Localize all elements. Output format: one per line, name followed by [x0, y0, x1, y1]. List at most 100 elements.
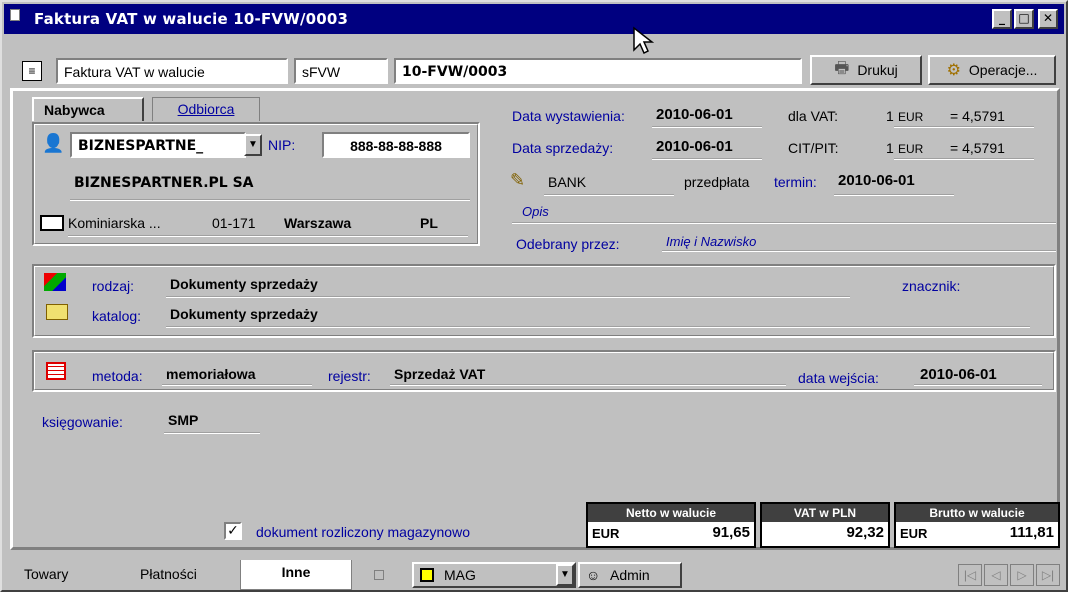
doc-code-field[interactable]: sFVW [294, 58, 388, 84]
close-button[interactable]: ✕ [1038, 9, 1058, 29]
cit-rate[interactable]: = 4,5791 [950, 140, 1005, 156]
entry-date[interactable]: 2010-06-01 [920, 366, 997, 383]
chevron-down-icon: ▼ [248, 139, 258, 150]
cit-currency[interactable]: EUR [898, 142, 923, 156]
gears-icon: ⚙ [946, 62, 961, 79]
document-icon[interactable] [10, 9, 20, 21]
entry-date-label: data wejścia: [798, 370, 879, 386]
minimize-button[interactable]: _ [992, 9, 1012, 29]
doc-list-icon[interactable]: ≡ [22, 61, 42, 81]
tab-payments-label: Płatności [140, 566, 197, 582]
due-date-underline [834, 194, 954, 196]
posting-underline [164, 432, 260, 434]
register-value[interactable]: Sprzedaż VAT [394, 366, 485, 382]
printer-icon: 🖶 [834, 59, 850, 77]
catalog-underline [166, 326, 1030, 328]
payment-icon[interactable]: ✎ [510, 170, 525, 191]
vat-rate-label: dla VAT: [788, 108, 839, 124]
issue-date-underline [652, 126, 762, 128]
issue-date[interactable]: 2010-06-01 [656, 106, 733, 123]
status-indicator-icon [374, 570, 384, 580]
net-total-box: Netto w walucie EUR 91,65 [586, 502, 756, 548]
kind-label: rodzaj: [92, 278, 135, 294]
maximize-icon: □ [1018, 11, 1030, 25]
buyer-code-field[interactable]: BIZNESPARTNE_ [70, 132, 246, 158]
last-icon: ▷| [1041, 568, 1055, 582]
tab-other[interactable]: Inne [240, 560, 352, 590]
next-record-button[interactable]: ▷ [1010, 564, 1034, 586]
warehouse-dropdown-button[interactable]: ▼ [556, 564, 574, 586]
buyer-city: Warszawa [284, 215, 352, 231]
entry-date-underline [914, 384, 1042, 386]
next-icon: ▷ [1017, 568, 1027, 582]
mouse-cursor-icon [633, 26, 654, 55]
minimize-icon: _ [999, 11, 1005, 25]
gross-total-value: 111,81 [1009, 524, 1054, 541]
due-date[interactable]: 2010-06-01 [838, 172, 915, 189]
due-date-label: termin: [774, 174, 817, 190]
last-record-button[interactable]: ▷| [1036, 564, 1060, 586]
checkmark-icon: ✓ [227, 522, 239, 538]
address-card-icon [40, 215, 64, 231]
tab-buyer[interactable]: Nabywca [32, 97, 144, 121]
cit-rate-underline [894, 158, 1034, 160]
doc-number-field[interactable]: 10-FVW/0003 [394, 58, 802, 84]
vat-qty: 1 [886, 108, 894, 124]
kind-value[interactable]: Dokumenty sprzedaży [170, 276, 318, 292]
tab-recipient[interactable]: Odbiorca [152, 97, 260, 121]
tab-goods[interactable]: Towary [10, 562, 82, 588]
title-bar[interactable]: Faktura VAT w walucie 10-FVW/0003 _ □ ✕ [4, 4, 1064, 34]
doc-type-field[interactable]: Faktura VAT w walucie [56, 58, 288, 84]
buyer-name: BIZNESPARTNER.PL SA [74, 175, 254, 191]
user-icon: ☺ [586, 567, 601, 583]
warehouse-value: MAG [444, 567, 476, 583]
sale-date-underline [652, 158, 762, 160]
payment-method[interactable]: BANK [548, 174, 586, 190]
warehouse-selector[interactable]: MAG [412, 562, 576, 588]
address-underline [68, 235, 468, 237]
buyer-country: PL [420, 215, 438, 231]
cit-qty: 1 [886, 140, 894, 156]
warehouse-icon [420, 568, 434, 582]
sale-date-label: Data sprzedaży: [512, 140, 614, 156]
net-total-currency: EUR [592, 526, 620, 541]
prev-record-button[interactable]: ◁ [984, 564, 1008, 586]
prev-icon: ◁ [991, 568, 1001, 582]
buyer-dropdown-button[interactable]: ▼ [244, 134, 262, 156]
close-icon: ✕ [1042, 11, 1054, 25]
maximize-button[interactable]: □ [1014, 9, 1034, 29]
nip-label: NIP: [268, 137, 296, 153]
vat-rate[interactable]: = 4,5791 [950, 108, 1005, 124]
vat-total-box: VAT w PLN 92,32 [760, 502, 890, 548]
warehouse-checkbox[interactable]: ✓ [224, 522, 242, 540]
nip-field[interactable]: 888-88-88-888 [322, 132, 470, 158]
operations-label: Operacje... [968, 62, 1038, 78]
warehouse-checkbox-label[interactable]: dokument rozliczony magazynowo [256, 524, 470, 540]
tab-goods-label: Towary [24, 566, 69, 582]
description-field[interactable]: Opis [522, 204, 549, 219]
tab-payments[interactable]: Płatności [126, 562, 211, 588]
posting-label: księgowanie: [42, 414, 123, 430]
gross-total-currency: EUR [900, 526, 928, 541]
print-button[interactable]: 🖶 Drukuj [810, 55, 922, 85]
posting-value[interactable]: SMP [168, 412, 198, 428]
issue-date-label: Data wystawienia: [512, 108, 625, 124]
window-title: Faktura VAT w walucie 10-FVW/0003 [34, 10, 349, 28]
method-value[interactable]: memoriałowa [166, 366, 255, 382]
received-by-field[interactable]: Imię i Nazwisko [666, 234, 756, 249]
sale-date[interactable]: 2010-06-01 [656, 138, 733, 155]
tab-recipient-label: Odbiorca [177, 101, 235, 117]
first-icon: |◁ [963, 568, 977, 582]
payment-method-underline [544, 194, 674, 196]
buyer-name-underline [70, 199, 470, 201]
vat-currency[interactable]: EUR [898, 110, 923, 124]
first-record-button[interactable]: |◁ [958, 564, 982, 586]
payment-type[interactable]: przedpłata [684, 174, 749, 190]
register-label: rejestr: [328, 368, 371, 384]
register-underline [390, 384, 786, 386]
cit-rate-label: CIT/PIT: [788, 140, 839, 156]
operations-button[interactable]: ⚙ Operacje... [928, 55, 1056, 85]
user-value: Admin [610, 567, 650, 583]
user-display[interactable]: ☺ Admin [578, 562, 682, 588]
catalog-value[interactable]: Dokumenty sprzedaży [170, 306, 318, 322]
